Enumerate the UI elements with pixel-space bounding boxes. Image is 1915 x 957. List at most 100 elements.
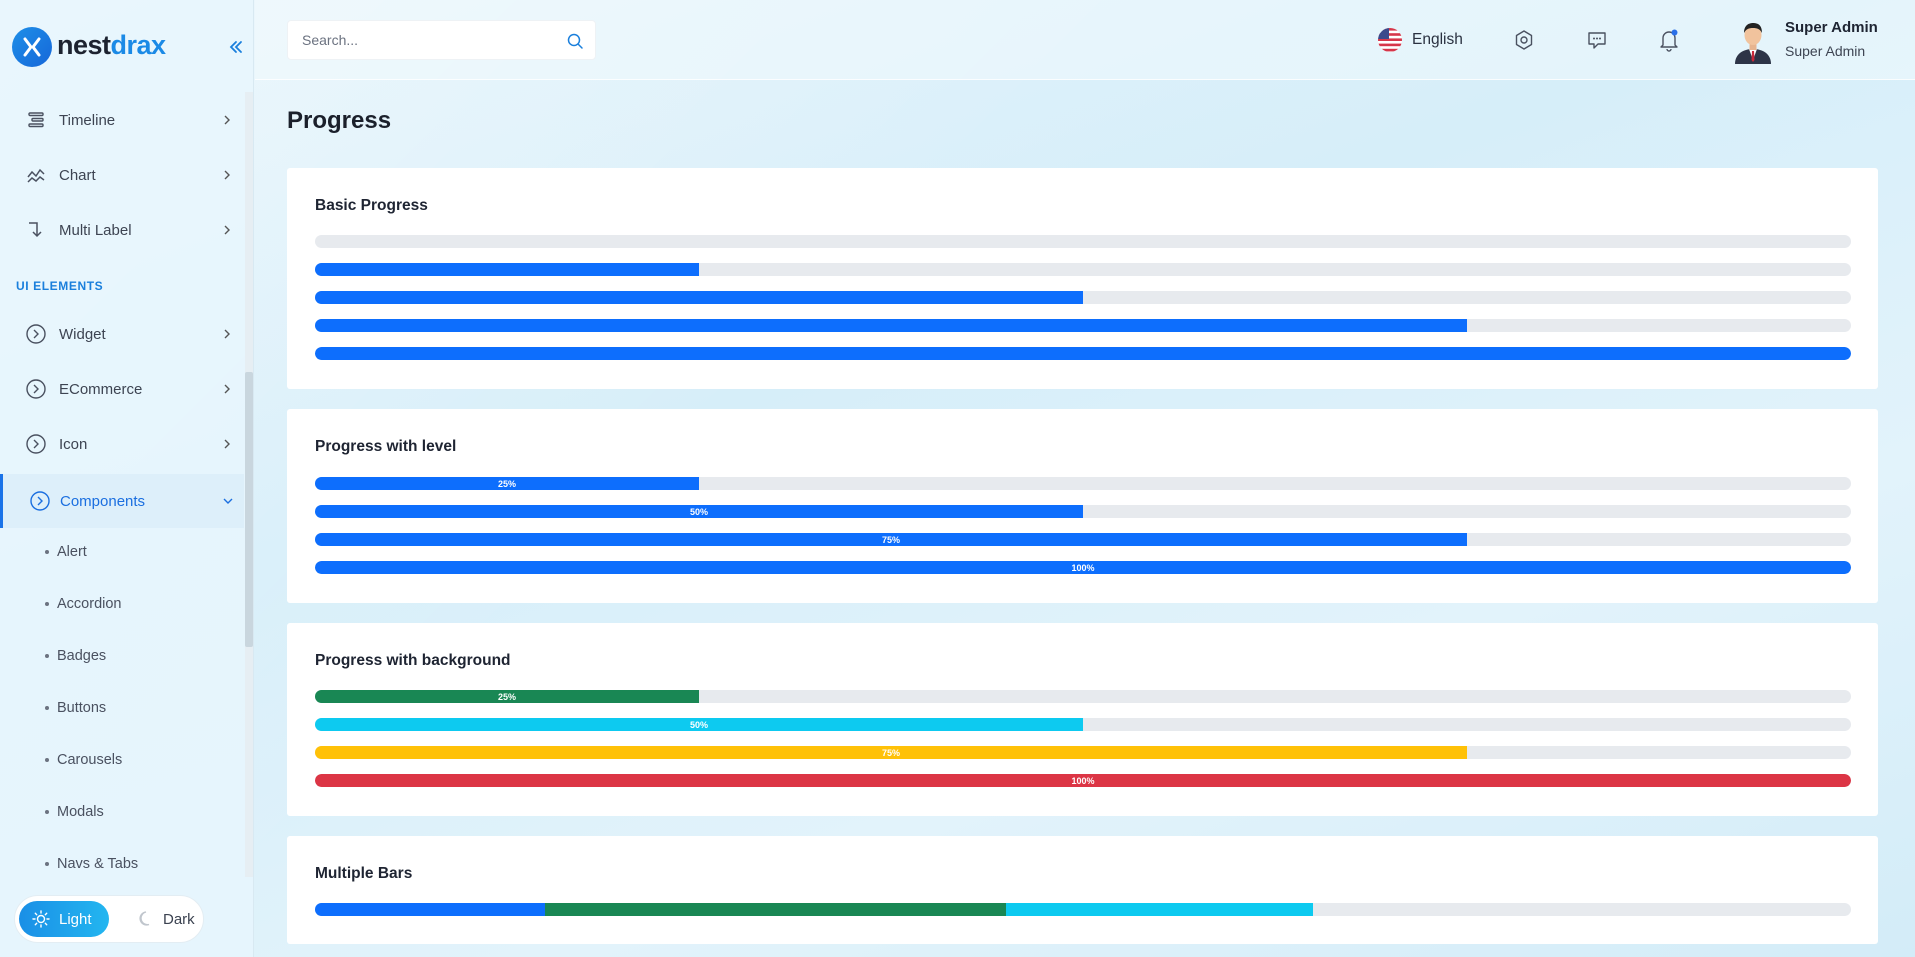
sidebar-item-ecommerce[interactable]: ECommerce xyxy=(0,364,244,414)
progress-bar: 100% xyxy=(315,774,1851,787)
progress-bar: 25% xyxy=(315,690,1851,703)
progress-bar xyxy=(315,263,1851,276)
progress-fill-success: 25% xyxy=(315,690,699,703)
user-role: Super Admin xyxy=(1785,43,1866,59)
chevron-right-icon xyxy=(220,223,234,237)
bullet-icon xyxy=(45,550,49,554)
progress-bar: 100% xyxy=(315,561,1851,574)
sidebar-item-label: Chart xyxy=(59,166,96,184)
sub-item-accordion[interactable]: Accordion xyxy=(45,589,121,619)
language-selector[interactable]: English xyxy=(1378,27,1463,53)
progress-fill xyxy=(315,263,699,276)
chat-icon[interactable] xyxy=(1584,27,1610,53)
progress-bar xyxy=(315,291,1851,304)
progress-fill: 50% xyxy=(315,505,1083,518)
sub-item-carousels[interactable]: Carousels xyxy=(45,745,122,775)
chevron-right-icon xyxy=(220,168,234,182)
sidebar-item-timeline[interactable]: Timeline xyxy=(0,95,244,145)
progress-fill: 25% xyxy=(315,477,699,490)
moon-icon xyxy=(139,911,150,926)
progress-fill xyxy=(315,347,1851,360)
theme-dark-label: Dark xyxy=(163,910,195,928)
sidebar-item-label: Components xyxy=(60,492,146,510)
chevron-right-icon xyxy=(220,113,234,127)
search-box xyxy=(287,20,596,60)
sidebar-item-chart[interactable]: Chart xyxy=(0,150,244,200)
progress-bar-multiple xyxy=(315,903,1851,916)
theme-switch: Light Dark xyxy=(14,895,204,943)
circle-arrow-icon xyxy=(29,490,51,512)
chevron-down-icon xyxy=(221,494,235,508)
circle-arrow-icon xyxy=(25,433,47,455)
chevron-right-icon xyxy=(220,437,234,451)
language-label: English xyxy=(1412,31,1463,48)
us-flag-icon xyxy=(1378,28,1402,52)
avatar xyxy=(1733,16,1773,64)
sidebar-item-label: Icon xyxy=(59,435,88,453)
logo[interactable]: nestdrax xyxy=(12,27,242,67)
bullet-icon xyxy=(45,810,49,814)
settings-icon[interactable] xyxy=(1511,27,1537,53)
sub-item-modals[interactable]: Modals xyxy=(45,797,104,827)
sidebar-item-label: Widget xyxy=(59,325,106,343)
theme-light-label: Light xyxy=(59,910,92,928)
progress-segment xyxy=(315,903,546,916)
search-input[interactable] xyxy=(288,21,558,59)
top-header: English Super xyxy=(255,0,1915,80)
sidebar-item-multi-label[interactable]: Multi Label xyxy=(0,205,244,255)
circle-arrow-icon xyxy=(25,378,47,400)
progress-bar: 25% xyxy=(315,477,1851,490)
progress-segment xyxy=(545,903,1007,916)
double-chevron-left-icon xyxy=(229,41,242,53)
section-label-ui-elements: UI ELEMENTS xyxy=(16,279,104,293)
card-title: Progress with background xyxy=(315,652,511,669)
chart-icon xyxy=(25,164,47,186)
multilevel-icon xyxy=(25,219,47,241)
progress-fill-danger: 100% xyxy=(315,774,1851,787)
user-menu[interactable]: Super Admin Super Admin xyxy=(1733,14,1913,66)
sub-item-navs-tabs[interactable]: Navs & Tabs xyxy=(45,849,138,879)
sub-item-alert[interactable]: Alert xyxy=(45,537,87,567)
search-icon[interactable] xyxy=(566,32,584,50)
progress-bar: 50% xyxy=(315,505,1851,518)
sidebar-item-label: ECommerce xyxy=(59,380,143,398)
progress-fill xyxy=(315,291,1083,304)
progress-fill: 100% xyxy=(315,561,1851,574)
sidebar: nestdrax Timeline Chart Multi Label UI E… xyxy=(0,0,254,957)
progress-fill: 75% xyxy=(315,533,1467,546)
sidebar-item-icon[interactable]: Icon xyxy=(0,419,244,469)
progress-segment xyxy=(1006,903,1314,916)
card-basic-progress: Basic Progress xyxy=(287,168,1878,389)
progress-fill-info: 50% xyxy=(315,718,1083,731)
timeline-icon xyxy=(25,109,47,131)
chevron-right-icon xyxy=(220,327,234,341)
progress-fill-warning: 75% xyxy=(315,746,1467,759)
progress-bar xyxy=(315,347,1851,360)
card-title: Progress with level xyxy=(315,438,457,455)
card-progress-with-level: Progress with level 25% 50% 75% 100% xyxy=(287,409,1878,603)
progress-bar: 75% xyxy=(315,533,1851,546)
sidebar-collapse-button[interactable] xyxy=(226,37,246,57)
sidebar-scrollbar-thumb[interactable] xyxy=(245,372,253,647)
sub-item-buttons[interactable]: Buttons xyxy=(45,693,106,723)
progress-segments xyxy=(315,903,1851,916)
card-title: Multiple Bars xyxy=(315,865,413,882)
bell-icon[interactable] xyxy=(1656,27,1682,53)
bullet-icon xyxy=(45,862,49,866)
bullet-icon xyxy=(45,758,49,762)
circle-arrow-icon xyxy=(25,323,47,345)
progress-bar xyxy=(315,319,1851,332)
sun-icon xyxy=(32,910,50,928)
card-multiple-bars: Multiple Bars xyxy=(287,836,1878,944)
logo-text: nestdrax xyxy=(57,30,166,60)
theme-dark-button[interactable]: Dark xyxy=(119,901,199,937)
logo-icon xyxy=(12,27,52,67)
sidebar-item-label: Multi Label xyxy=(59,221,132,239)
theme-light-button[interactable]: Light xyxy=(19,901,109,937)
sub-item-badges[interactable]: Badges xyxy=(45,641,106,671)
bullet-icon xyxy=(45,706,49,710)
progress-bar: 50% xyxy=(315,718,1851,731)
progress-bar: 75% xyxy=(315,746,1851,759)
sidebar-item-components[interactable]: Components xyxy=(0,474,244,528)
sidebar-item-widget[interactable]: Widget xyxy=(0,309,244,359)
